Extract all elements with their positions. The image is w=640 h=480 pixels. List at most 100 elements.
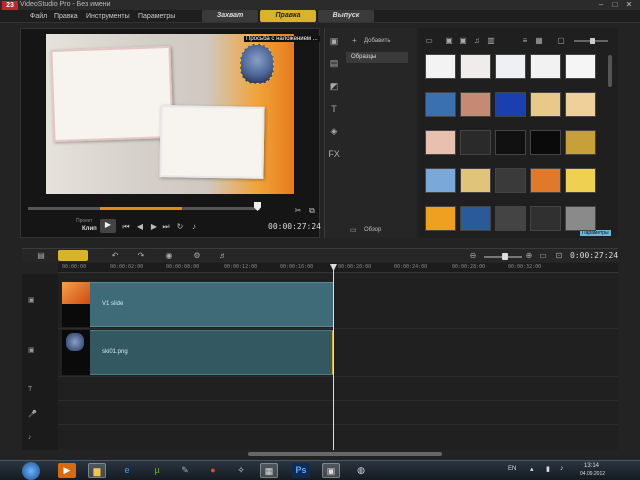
tab-edit[interactable]: Правка	[260, 10, 316, 22]
library-thumbnail[interactable]	[495, 206, 526, 231]
library-thumbnail[interactable]	[565, 130, 596, 155]
library-thumbnail[interactable]	[460, 168, 491, 193]
timeline-view-button[interactable]	[58, 250, 88, 261]
enlarge-icon[interactable]: ⧉	[306, 205, 318, 216]
utorrent-icon[interactable]: µ	[148, 463, 166, 478]
volume-icon[interactable]: ♪	[188, 221, 200, 232]
redo-icon[interactable]: ↷	[136, 251, 146, 260]
library-thumbnail[interactable]	[425, 54, 456, 79]
browse-icon[interactable]: ▭	[350, 226, 357, 234]
library-scrollbar[interactable]	[608, 55, 612, 87]
language-indicator[interactable]: EN	[508, 466, 516, 472]
ie-icon[interactable]: e	[118, 463, 136, 478]
video-icon[interactable]: ▣	[322, 463, 340, 478]
undo-icon[interactable]: ↶	[110, 251, 120, 260]
zoom-out-icon[interactable]: ⊖	[468, 251, 478, 260]
preview-canvas[interactable]	[46, 34, 294, 194]
start-icon[interactable]: ⏮	[120, 221, 132, 232]
clock-date[interactable]: 04.09.2012	[580, 471, 605, 477]
library-thumbnail[interactable]	[530, 54, 561, 79]
music-track-icon[interactable]: ♪	[28, 434, 58, 441]
add-folder-button[interactable]: Добавить	[364, 38, 391, 44]
menu-file[interactable]: Файл	[30, 13, 47, 20]
menu-tools[interactable]: Инструменты	[86, 13, 130, 20]
list-view-icon[interactable]: ≡	[520, 36, 530, 45]
menu-edit[interactable]: Правка	[54, 13, 78, 20]
prev-frame-icon[interactable]: ◀	[134, 221, 146, 232]
library-thumbnail[interactable]	[530, 92, 561, 117]
maximize-button[interactable]: □	[608, 0, 622, 10]
folder-samples[interactable]: Образцы	[346, 52, 408, 63]
show-audio-icon[interactable]: ♫	[472, 36, 482, 45]
library-thumbnail[interactable]	[495, 92, 526, 117]
timeline-timecode[interactable]: 0:00:27:24	[570, 251, 618, 260]
library-thumbnail[interactable]	[495, 54, 526, 79]
options-icon[interactable]: ▢	[556, 36, 566, 45]
start-button[interactable]	[22, 462, 40, 480]
library-thumbnail[interactable]	[530, 206, 561, 231]
app-icon[interactable]: ◍	[352, 463, 370, 478]
overlay-image[interactable]	[240, 44, 274, 84]
minimize-button[interactable]: –	[594, 0, 608, 10]
graphic-icon[interactable]: ◈	[328, 126, 340, 138]
timeline-zoom-handle[interactable]	[502, 253, 508, 260]
library-thumbnail[interactable]	[495, 130, 526, 155]
mode-project[interactable]: Проект	[76, 218, 92, 224]
next-frame-icon[interactable]: ▶	[148, 221, 160, 232]
repeat-icon[interactable]: ↻	[174, 221, 186, 232]
transition-icon[interactable]: ◩	[328, 81, 340, 93]
library-thumbnail[interactable]	[460, 54, 491, 79]
library-thumbnail[interactable]	[565, 92, 596, 117]
library-thumbnail[interactable]	[565, 206, 596, 231]
play-icon[interactable]: ▶	[100, 219, 116, 233]
show-video-icon[interactable]: ▣	[444, 36, 454, 45]
tool-icon[interactable]: ✎	[176, 463, 194, 478]
add-icon[interactable]: +	[352, 36, 357, 45]
menu-settings[interactable]: Параметры	[138, 13, 175, 20]
photoshop-icon[interactable]: Ps	[292, 463, 310, 478]
media-icon[interactable]: ▣	[328, 36, 340, 48]
record-icon[interactable]: ◉	[164, 251, 174, 260]
show-photo-icon[interactable]: ▣	[458, 36, 468, 45]
folder-icon[interactable]: ▭	[424, 36, 434, 45]
timeline-scrollbar[interactable]	[248, 452, 442, 456]
zoom-in-icon[interactable]: ⊕	[524, 251, 534, 260]
grid-view-icon[interactable]: ▦	[534, 36, 544, 45]
filter-icon[interactable]: FX	[328, 149, 340, 161]
end-icon[interactable]: ⏭	[160, 221, 172, 232]
library-thumbnail[interactable]	[460, 206, 491, 231]
mixer-icon[interactable]: ⚙	[192, 251, 202, 260]
close-button[interactable]: ✕	[622, 0, 636, 10]
media-player-icon[interactable]: ▶	[58, 463, 76, 478]
fit-icon[interactable]: ⊡	[554, 251, 564, 260]
app-icon[interactable]: ✧	[232, 463, 250, 478]
sort-icon[interactable]: ▥	[486, 36, 496, 45]
clock-time[interactable]: 13:14	[584, 463, 599, 469]
volume-icon[interactable]: ♪	[560, 465, 564, 472]
library-thumbnail[interactable]	[425, 130, 456, 155]
folder-icon[interactable]: ▆	[88, 463, 106, 478]
title-track-icon[interactable]: T	[28, 386, 58, 393]
library-thumbnail[interactable]	[425, 206, 456, 231]
library-thumbnail[interactable]	[495, 168, 526, 193]
library-thumbnail[interactable]	[425, 92, 456, 117]
instant-project-icon[interactable]: ▤	[328, 58, 340, 70]
library-thumbnail[interactable]	[530, 168, 561, 193]
overlay-track-icon[interactable]: ▣	[28, 346, 58, 354]
library-thumbnail[interactable]	[565, 54, 596, 79]
browse-button[interactable]: Обзор	[364, 227, 381, 233]
playhead[interactable]	[333, 264, 334, 450]
preview-timecode[interactable]: 00:00:27:24	[268, 222, 321, 231]
scissors-icon[interactable]: ✂	[292, 205, 304, 216]
storyboard-view-icon[interactable]: ▤	[36, 251, 46, 260]
title-icon[interactable]: T	[328, 104, 340, 116]
library-thumbnail[interactable]	[460, 130, 491, 155]
library-thumbnail[interactable]	[425, 168, 456, 193]
fit-project-icon[interactable]: ▭	[538, 251, 548, 260]
video-track-icon[interactable]: ▣	[28, 296, 58, 304]
tab-capture[interactable]: Захват	[202, 10, 258, 22]
mode-clip[interactable]: Клип	[82, 226, 97, 232]
voice-track-icon[interactable]: 🎤	[28, 410, 58, 418]
network-icon[interactable]: ▮	[546, 465, 550, 473]
auto-music-icon[interactable]: ♬	[218, 251, 228, 260]
